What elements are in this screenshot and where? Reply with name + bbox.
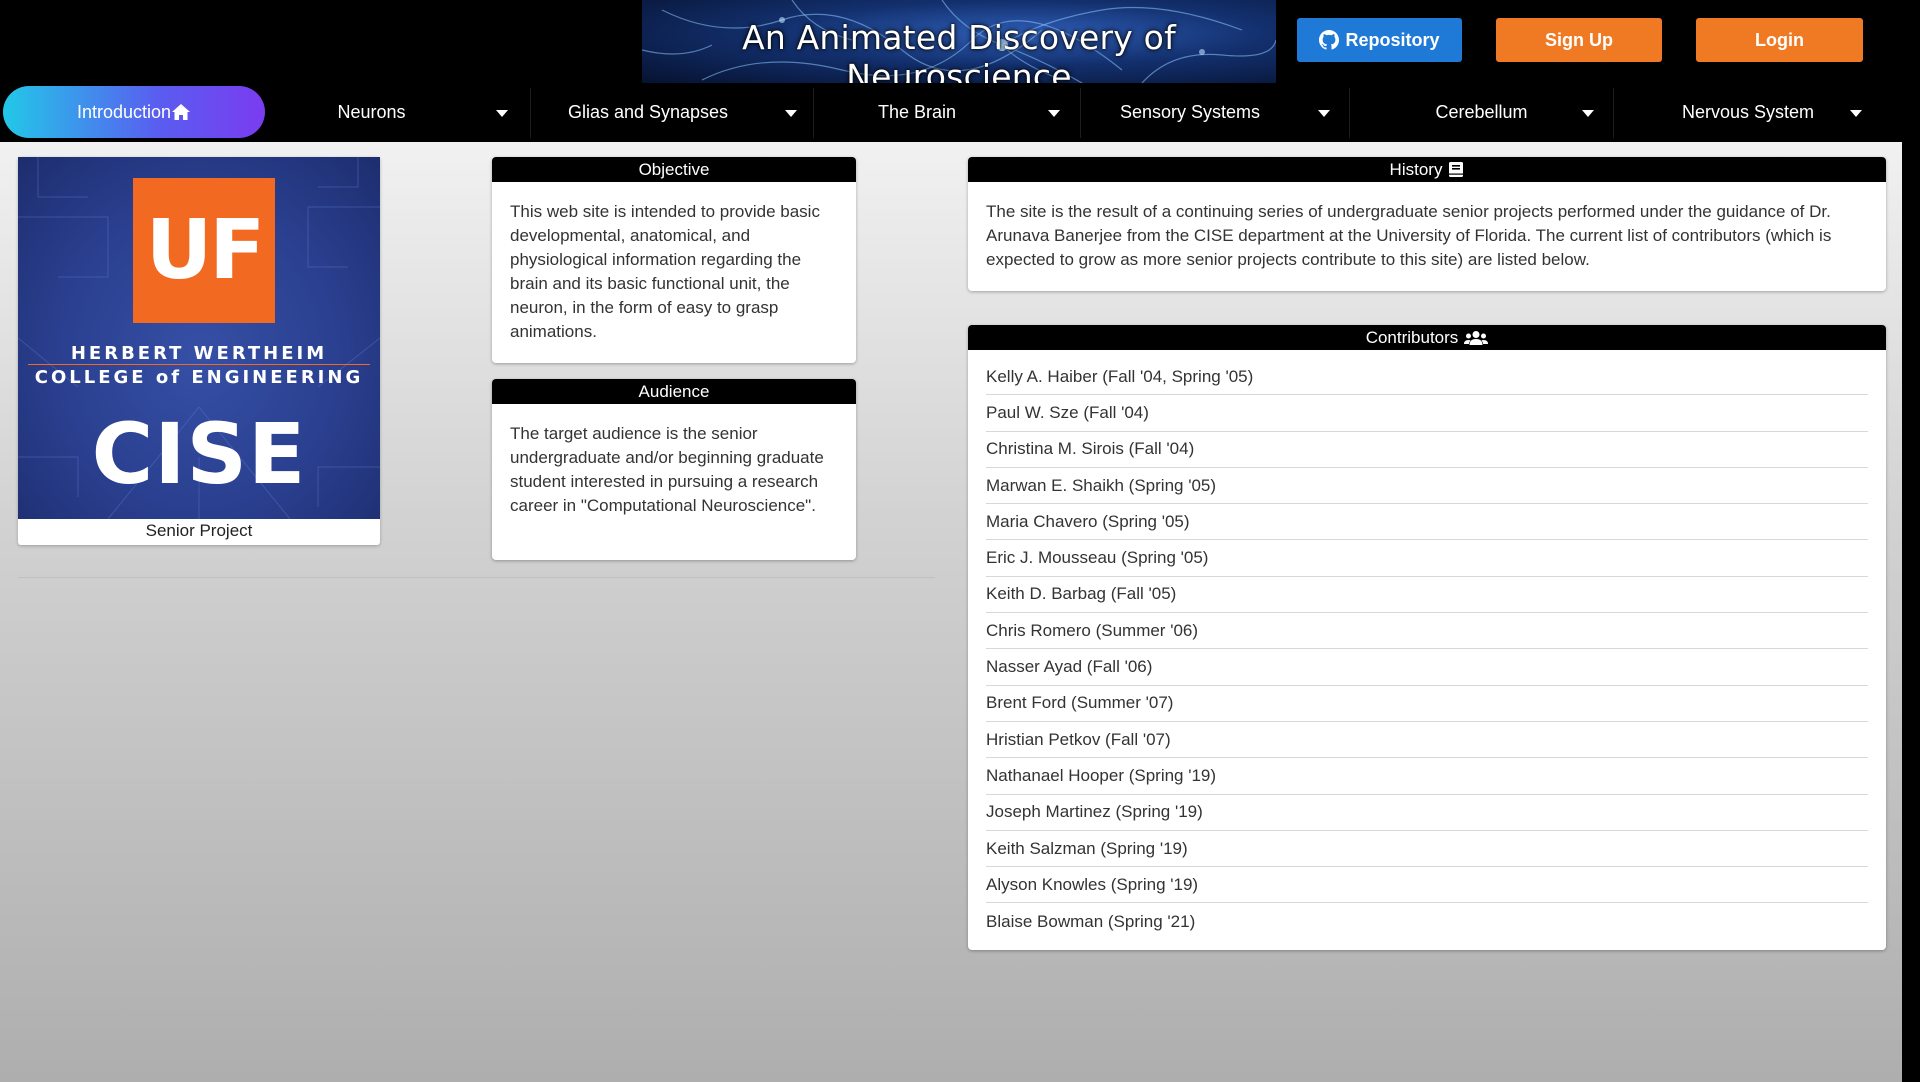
history-card: History The site is the result of a cont… [968, 157, 1886, 291]
login-button-label: Login [1755, 29, 1804, 50]
chevron-down-icon [1318, 110, 1330, 117]
login-button[interactable]: Login [1696, 18, 1863, 62]
list-item: Nathanael Hooper (Spring '19) [986, 758, 1868, 795]
contributors-title: Contributors [1365, 327, 1459, 347]
banner-title: An Animated Discovery of Neuroscience [742, 18, 1176, 83]
list-item: Paul W. Sze (Fall '04) [986, 395, 1868, 432]
contributors-card: Contributors Kelly A. Haiber (Fall '04, … [968, 325, 1886, 950]
chevron-down-icon [1582, 110, 1594, 117]
chevron-down-icon [1048, 110, 1060, 117]
chevron-down-icon [1850, 110, 1862, 117]
logo-line-2: COLLEGE of ENGINEERING [34, 367, 364, 388]
nav-item-label: Glias and Synapses [567, 101, 729, 122]
main-navbar: Introduction Neurons Glias and Synapses … [0, 84, 1920, 142]
nav-item-glias-and-synapses[interactable]: Glias and Synapses [531, 86, 813, 138]
nav-item-label: Introduction [76, 101, 172, 122]
logo-divider [28, 364, 370, 365]
list-item: Kelly A. Haiber (Fall '04, Spring '05) [986, 359, 1868, 396]
list-item: Joseph Martinez (Spring '19) [986, 795, 1868, 831]
list-item: Brent Ford (Summer '07) [986, 686, 1868, 722]
contributors-card-header: Contributors [968, 325, 1886, 350]
audience-title: Audience [638, 381, 710, 401]
nav-item-the-brain[interactable]: The Brain [814, 86, 1080, 138]
nav-item-label: The Brain [877, 101, 957, 122]
page-scrollbar[interactable] [1902, 142, 1920, 1082]
list-item: Keith D. Barbag (Fall '05) [986, 577, 1868, 614]
audience-card: Audience The target audience is the seni… [492, 379, 856, 560]
nav-item-sensory-systems[interactable]: Sensory Systems [1081, 86, 1349, 138]
nav-item-label: Neurons [337, 101, 406, 122]
book-icon [1449, 162, 1464, 177]
list-item: Eric J. Mousseau (Spring '05) [986, 540, 1868, 577]
section-divider [18, 577, 935, 578]
nav-item-introduction[interactable]: Introduction [3, 86, 265, 138]
list-item: Keith Salzman (Spring '19) [986, 831, 1868, 868]
contributors-list: Kelly A. Haiber (Fall '04, Spring '05) P… [968, 359, 1886, 940]
list-item: Nasser Ayad (Fall '06) [986, 649, 1868, 686]
repository-button[interactable]: Repository [1297, 18, 1462, 62]
nav-item-label: Sensory Systems [1119, 101, 1261, 122]
uf-logo-text: UF [145, 203, 266, 298]
objective-text: This web site is intended to provide bas… [510, 202, 820, 341]
users-icon [1464, 330, 1489, 345]
list-item: Chris Romero (Summer '06) [986, 613, 1868, 650]
logo-line-1: HERBERT WERTHEIM [70, 343, 328, 364]
repository-button-label: Repository [1345, 29, 1440, 50]
list-item: Christina M. Sirois (Fall '04) [986, 432, 1868, 468]
signup-button-label: Sign Up [1545, 29, 1613, 50]
nav-item-cerebellum[interactable]: Cerebellum [1350, 86, 1613, 138]
history-title: History [1389, 159, 1443, 179]
list-item: Alyson Knowles (Spring '19) [986, 867, 1868, 904]
uf-logo-box: UF [133, 178, 275, 323]
history-card-header: History [968, 157, 1886, 182]
objective-title: Objective [638, 159, 710, 179]
audience-text: The target audience is the senior underg… [510, 424, 824, 515]
list-item: Marwan E. Shaikh (Spring '05) [986, 468, 1868, 505]
nav-item-nervous-system[interactable]: Nervous System [1614, 86, 1882, 138]
history-text: The site is the result of a continuing s… [986, 202, 1832, 269]
site-banner: An Animated Discovery of Neuroscience [642, 0, 1276, 83]
objective-card: Objective This web site is intended to p… [492, 157, 856, 363]
chevron-down-icon [496, 110, 508, 117]
list-item: Maria Chavero (Spring '05) [986, 504, 1868, 541]
senior-project-logo-card: UF HERBERT WERTHEIM COLLEGE of ENGINEERI… [18, 157, 380, 545]
cise-logo-text: CISE [91, 405, 307, 503]
nav-item-label: Cerebellum [1435, 101, 1528, 122]
list-item: Blaise Bowman (Spring '21) [986, 911, 1196, 931]
cise-logo: UF HERBERT WERTHEIM COLLEGE of ENGINEERI… [18, 157, 380, 519]
nav-item-neurons[interactable]: Neurons [265, 86, 530, 138]
github-icon [1319, 30, 1340, 50]
objective-card-header: Objective [492, 157, 856, 182]
logo-caption: Senior Project [145, 521, 253, 540]
signup-button[interactable]: Sign Up [1496, 18, 1662, 62]
chevron-down-icon [785, 110, 797, 117]
audience-card-header: Audience [492, 379, 856, 404]
nav-item-label: Nervous System [1681, 101, 1815, 122]
home-icon [172, 104, 191, 120]
list-item: Hristian Petkov (Fall '07) [986, 722, 1868, 759]
